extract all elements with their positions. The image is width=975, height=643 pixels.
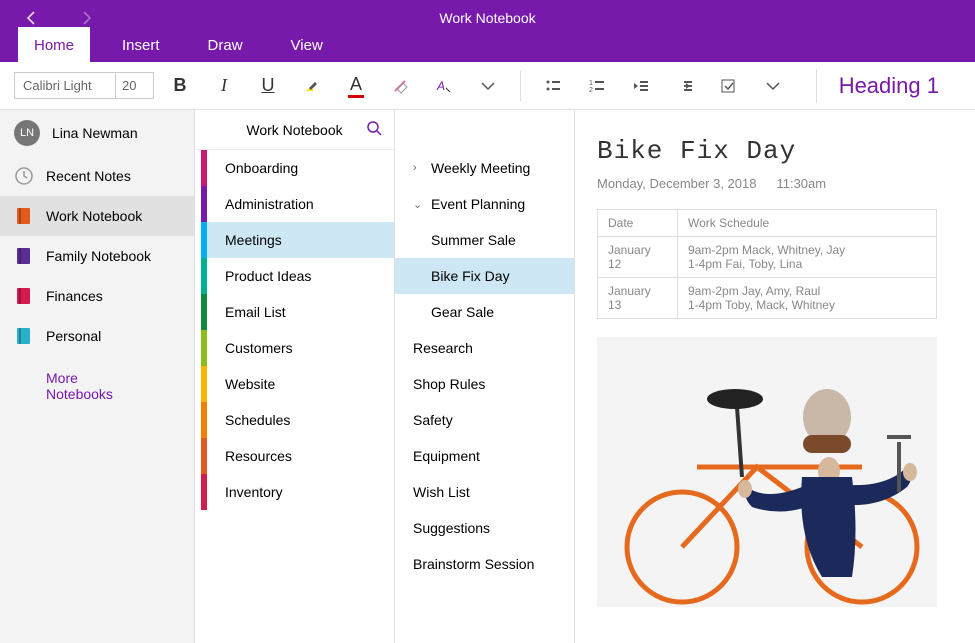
embedded-image [597,337,937,607]
notebook-label: Family Notebook [46,248,151,264]
table-header: Date [598,210,678,237]
section-item[interactable]: Customers [201,330,394,366]
note-canvas[interactable]: Bike Fix Day Monday, December 3, 2018 11… [575,110,975,643]
schedule-table[interactable]: Date Work Schedule January 129am-2pm Mac… [597,209,937,319]
page-title[interactable]: Bike Fix Day [597,136,953,166]
format-painter-button[interactable]: A [426,68,462,104]
section-item[interactable]: Schedules [201,402,394,438]
tab-draw[interactable]: Draw [192,27,259,62]
outdent-button[interactable] [623,68,659,104]
page-label: Suggestions [413,520,490,536]
page-item[interactable]: ⌄ Event Planning [395,186,574,222]
more-paragraph-button[interactable] [755,68,791,104]
sections-header: Work Notebook [195,110,394,150]
more-font-button[interactable] [470,68,506,104]
page-label: Brainstorm Session [413,556,534,572]
page-label: Wish List [413,484,470,500]
section-item[interactable]: Inventory [201,474,394,510]
page-item[interactable]: Brainstorm Session [395,546,574,582]
clock-icon [14,166,34,186]
section-item[interactable]: Resources [201,438,394,474]
heading-style-dropdown[interactable]: Heading 1 [816,69,961,103]
bold-button[interactable]: B [162,68,198,104]
font-color-button[interactable]: A [338,68,374,104]
underline-button[interactable]: U [250,68,286,104]
section-item[interactable]: Onboarding [201,150,394,186]
page-time: 11:30am [776,176,826,191]
section-item[interactable]: Website [201,366,394,402]
avatar: LN [14,120,40,146]
notebook-item[interactable]: Family Notebook [0,236,194,276]
page-date: Monday, December 3, 2018 [597,176,756,191]
table-row[interactable]: January 129am-2pm Mack, Whitney, Jay1-4p… [598,237,937,278]
notebook-item[interactable]: Personal [0,316,194,356]
table-cell[interactable]: 9am-2pm Mack, Whitney, Jay1-4pm Fai, Tob… [678,237,937,278]
numbering-button[interactable]: 12 [579,68,615,104]
font-size-input[interactable] [115,73,153,98]
page-item[interactable]: Summer Sale [395,222,574,258]
font-name-input[interactable] [15,73,115,98]
notebook-icon [14,246,34,266]
page-label: Shop Rules [413,376,485,392]
tab-insert[interactable]: Insert [106,27,176,62]
page-item[interactable]: Research [395,330,574,366]
page-item[interactable]: Wish List [395,474,574,510]
chevron-icon: › [413,162,425,174]
page-label: Gear Sale [431,304,494,320]
section-item[interactable]: Email List [201,294,394,330]
section-item[interactable]: Meetings [201,222,394,258]
notebook-label: Personal [46,328,101,344]
more-notebooks-link[interactable]: More Notebooks [0,356,194,416]
todo-tag-button[interactable] [711,68,747,104]
page-label: Summer Sale [431,232,516,248]
recent-notes[interactable]: Recent Notes [0,156,194,196]
notebook-icon [14,326,34,346]
pages-header [395,110,574,150]
table-header: Work Schedule [678,210,937,237]
page-item[interactable]: Equipment [395,438,574,474]
page-label: Research [413,340,473,356]
page-item[interactable]: Safety [395,402,574,438]
page-label: Bike Fix Day [431,268,510,284]
page-item[interactable]: Bike Fix Day [395,258,574,294]
notebook-icon [14,206,34,226]
page-label: Safety [413,412,453,428]
account-row[interactable]: LN Lina Newman [0,110,194,156]
svg-text:A: A [436,79,445,93]
page-label: Equipment [413,448,480,464]
page-item[interactable]: › Weekly Meeting [395,150,574,186]
window-title: Work Notebook [0,0,975,26]
notebook-label: Finances [46,288,103,304]
notebook-icon [14,286,34,306]
page-item[interactable]: Shop Rules [395,366,574,402]
sections-header-title: Work Notebook [246,122,342,138]
highlight-button[interactable] [294,68,330,104]
indent-button[interactable] [667,68,703,104]
section-item[interactable]: Product Ideas [201,258,394,294]
page-label: Weekly Meeting [431,160,530,176]
table-row[interactable]: January 139am-2pm Jay, Amy, Raul1-4pm To… [598,278,937,319]
table-cell[interactable]: 9am-2pm Jay, Amy, Raul1-4pm Toby, Mack, … [678,278,937,319]
italic-button[interactable]: I [206,68,242,104]
section-item[interactable]: Administration [201,186,394,222]
recent-notes-label: Recent Notes [46,168,131,184]
search-icon[interactable] [366,120,382,139]
svg-text:1: 1 [589,80,593,87]
ribbon-divider [520,71,521,101]
page-item[interactable]: Gear Sale [395,294,574,330]
clear-formatting-button[interactable] [382,68,418,104]
page-label: Event Planning [431,196,525,212]
user-name: Lina Newman [52,125,138,141]
table-cell[interactable]: January 13 [598,278,678,319]
svg-text:2: 2 [589,87,593,94]
bullets-button[interactable] [535,68,571,104]
notebook-item[interactable]: Work Notebook [0,196,194,236]
notebook-label: Work Notebook [46,208,142,224]
page-item[interactable]: Suggestions [395,510,574,546]
notebook-item[interactable]: Finances [0,276,194,316]
chevron-icon: ⌄ [413,198,425,211]
tab-view[interactable]: View [275,27,339,62]
table-cell[interactable]: January 12 [598,237,678,278]
tab-home[interactable]: Home [18,27,90,62]
